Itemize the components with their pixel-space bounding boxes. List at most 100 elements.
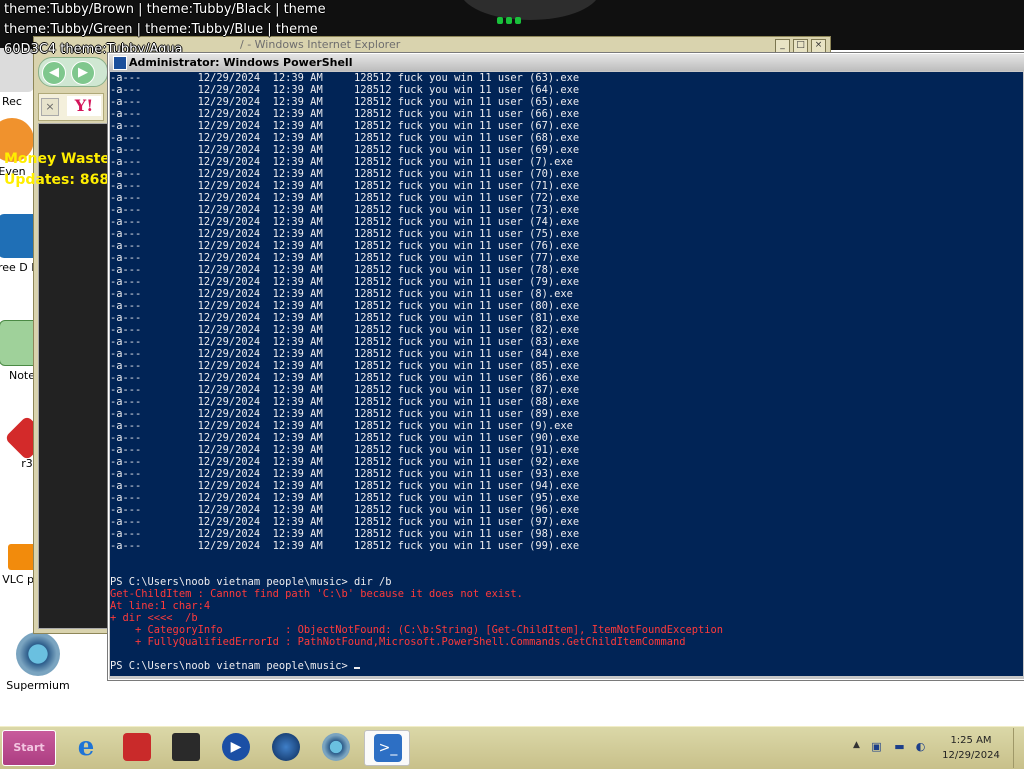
directory-listing-row: -a--- 12/29/2024 12:39 AM 128512 fuck yo… <box>110 432 580 444</box>
show-desktop-button[interactable] <box>1013 728 1024 768</box>
directory-listing-row: -a--- 12/29/2024 12:39 AM 128512 fuck yo… <box>110 468 580 480</box>
chevron-up-icon[interactable]: ▲ <box>853 740 860 750</box>
forward-arrow-icon[interactable]: ▶ <box>71 61 95 85</box>
globe-task[interactable] <box>264 730 308 764</box>
error-line: + CategoryInfo : ObjectNotFound: (C:\b:S… <box>110 624 724 636</box>
red-box-icon <box>123 733 151 761</box>
directory-listing-row: -a--- 12/29/2024 12:39 AM 128512 fuck yo… <box>110 372 580 384</box>
monitor-icon[interactable]: ▬ <box>893 740 906 753</box>
prompt-line: PS C:\Users\noob vietnam people\music> d… <box>110 576 392 588</box>
powershell-window-title: Administrator: Windows PowerShell <box>129 56 353 69</box>
directory-listing-row: -a--- 12/29/2024 12:39 AM 128512 fuck yo… <box>110 300 580 312</box>
desktop-icon-label: Note <box>8 369 36 382</box>
directory-listing-row: -a--- 12/29/2024 12:39 AM 128512 fuck yo… <box>110 324 580 336</box>
directory-listing-row: -a--- 12/29/2024 12:39 AM 128512 fuck yo… <box>110 204 580 216</box>
ie-maximize-button[interactable]: □ <box>793 39 808 53</box>
start-button[interactable]: Start <box>2 730 56 766</box>
directory-listing-row: -a--- 12/29/2024 12:39 AM 128512 fuck yo… <box>110 384 580 396</box>
directory-listing-row: -a--- 12/29/2024 12:39 AM 128512 fuck yo… <box>110 516 580 528</box>
powershell-console[interactable]: -a--- 12/29/2024 12:39 AM 128512 fuck yo… <box>110 72 1023 676</box>
desktop-icon-label: r3 <box>21 457 33 470</box>
app-task-red[interactable] <box>115 730 159 764</box>
network-icon[interactable]: ▣ <box>870 740 883 753</box>
volume-icon[interactable]: ◐ <box>914 740 927 753</box>
dark-box-icon <box>172 733 200 761</box>
directory-listing-row: -a--- 12/29/2024 12:39 AM 128512 fuck yo… <box>110 96 580 108</box>
start-label: Start <box>13 741 45 754</box>
ie-content-area <box>38 123 108 629</box>
ie-icon: e <box>77 732 95 762</box>
taskbar: Start e ▶ >_ ▲ ▣ ▬ ◐ 1:25 AM 12/29/2024 <box>0 726 1024 769</box>
supermium-task[interactable] <box>314 730 358 764</box>
back-arrow-icon[interactable]: ◀ <box>42 61 66 85</box>
directory-listing-row: -a--- 12/29/2024 12:39 AM 128512 fuck yo… <box>110 492 580 504</box>
directory-listing-row: -a--- 12/29/2024 12:39 AM 128512 fuck yo… <box>110 528 580 540</box>
media-player-task[interactable]: ▶ <box>214 730 258 764</box>
internet-explorer-task[interactable]: e <box>64 730 108 764</box>
globe-icon <box>272 733 300 761</box>
directory-listing-row: -a--- 12/29/2024 12:39 AM 128512 fuck yo… <box>110 84 580 96</box>
console-output: -a--- 12/29/2024 12:39 AM 128512 fuck yo… <box>110 72 723 672</box>
directory-listing-row: -a--- 12/29/2024 12:39 AM 128512 fuck yo… <box>110 348 580 360</box>
directory-listing-row: -a--- 12/29/2024 12:39 AM 128512 fuck yo… <box>110 180 580 192</box>
ie-close-button[interactable]: × <box>811 39 826 53</box>
directory-listing-row: -a--- 12/29/2024 12:39 AM 128512 fuck yo… <box>110 540 580 552</box>
desktop-icon-supermium[interactable]: Supermium <box>0 632 76 692</box>
directory-listing-row: -a--- 12/29/2024 12:39 AM 128512 fuck yo… <box>110 240 580 252</box>
prompt-line: PS C:\Users\noob vietnam people\music> <box>110 660 723 672</box>
theme-line: theme:Tubby/Green | theme:Tubby/Blue | t… <box>4 22 318 37</box>
supermium-icon <box>322 733 350 761</box>
directory-listing-row: -a--- 12/29/2024 12:39 AM 128512 fuck yo… <box>110 156 573 168</box>
powershell-titlebar[interactable]: Administrator: Windows PowerShell <box>109 54 1024 71</box>
updates-counter: Updates: 868 <box>4 172 110 188</box>
directory-listing-row: -a--- 12/29/2024 12:39 AM 128512 fuck yo… <box>110 408 580 420</box>
yahoo-toolbar-logo[interactable]: Y! <box>67 96 101 116</box>
error-line: At line:1 char:4 <box>110 600 211 612</box>
desktop: Rec Even Free D Ma Note r3 VLC pla Super… <box>0 0 1024 726</box>
ie-minimize-button[interactable]: _ <box>775 39 790 53</box>
directory-listing-row: -a--- 12/29/2024 12:39 AM 128512 fuck yo… <box>110 264 580 276</box>
directory-listing-row: -a--- 12/29/2024 12:39 AM 128512 fuck yo… <box>110 444 580 456</box>
desktop-icon-label: Rec <box>2 95 22 108</box>
directory-listing-row: -a--- 12/29/2024 12:39 AM 128512 fuck yo… <box>110 132 580 144</box>
taskbar-clock[interactable]: 1:25 AM 12/29/2024 <box>934 733 1008 763</box>
theme-line: theme:Tubby/Brown | theme:Tubby/Black | … <box>4 2 326 17</box>
powershell-icon: >_ <box>374 734 402 762</box>
error-line: Get-ChildItem : Cannot find path 'C:\b' … <box>110 588 523 600</box>
directory-listing-row: -a--- 12/29/2024 12:39 AM 128512 fuck yo… <box>110 288 573 300</box>
directory-listing-row: -a--- 12/29/2024 12:39 AM 128512 fuck yo… <box>110 276 580 288</box>
directory-listing-row: -a--- 12/29/2024 12:39 AM 128512 fuck yo… <box>110 504 580 516</box>
app-task-dark[interactable] <box>164 730 208 764</box>
directory-listing-row: -a--- 12/29/2024 12:39 AM 128512 fuck yo… <box>110 360 580 372</box>
play-icon: ▶ <box>222 733 250 761</box>
text-cursor <box>353 667 360 669</box>
supermium-icon <box>16 632 60 676</box>
error-line: + FullyQualifiedErrorId : PathNotFound,M… <box>110 636 686 648</box>
directory-listing-row: -a--- 12/29/2024 12:39 AM 128512 fuck yo… <box>110 480 580 492</box>
clock-date: 12/29/2024 <box>942 750 1000 761</box>
theme-overlay-text: theme:Tubby/Brown | theme:Tubby/Black | … <box>4 2 326 57</box>
desktop-icon-label: Supermium <box>6 679 70 692</box>
powershell-window[interactable]: Administrator: Windows PowerShell -a--- … <box>107 52 1024 681</box>
directory-listing-row: -a--- 12/29/2024 12:39 AM 128512 fuck yo… <box>110 120 580 132</box>
directory-listing-row: -a--- 12/29/2024 12:39 AM 128512 fuck yo… <box>110 228 580 240</box>
system-tray: ▲ ▣ ▬ ◐ 1:25 AM 12/29/2024 <box>848 728 1024 768</box>
directory-listing-row: -a--- 12/29/2024 12:39 AM 128512 fuck yo… <box>110 420 573 432</box>
directory-listing-row: -a--- 12/29/2024 12:39 AM 128512 fuck yo… <box>110 336 580 348</box>
status-lights <box>497 9 527 24</box>
directory-listing-row: -a--- 12/29/2024 12:39 AM 128512 fuck yo… <box>110 252 580 264</box>
directory-listing-row: -a--- 12/29/2024 12:39 AM 128512 fuck yo… <box>110 108 580 120</box>
error-line: + dir <<<< /b <box>110 612 198 624</box>
directory-listing-row: -a--- 12/29/2024 12:39 AM 128512 fuck yo… <box>110 456 580 468</box>
directory-listing-row: -a--- 12/29/2024 12:39 AM 128512 fuck yo… <box>110 168 580 180</box>
directory-listing-row: -a--- 12/29/2024 12:39 AM 128512 fuck yo… <box>110 396 580 408</box>
powershell-task[interactable]: >_ <box>364 730 410 766</box>
close-icon[interactable]: × <box>41 98 59 116</box>
directory-listing-row: -a--- 12/29/2024 12:39 AM 128512 fuck yo… <box>110 312 580 324</box>
directory-listing-row: -a--- 12/29/2024 12:39 AM 128512 fuck yo… <box>110 192 580 204</box>
directory-listing-row: -a--- 12/29/2024 12:39 AM 128512 fuck yo… <box>110 72 580 84</box>
ie-navigation-buttons: ◀ ▶ <box>38 57 108 87</box>
